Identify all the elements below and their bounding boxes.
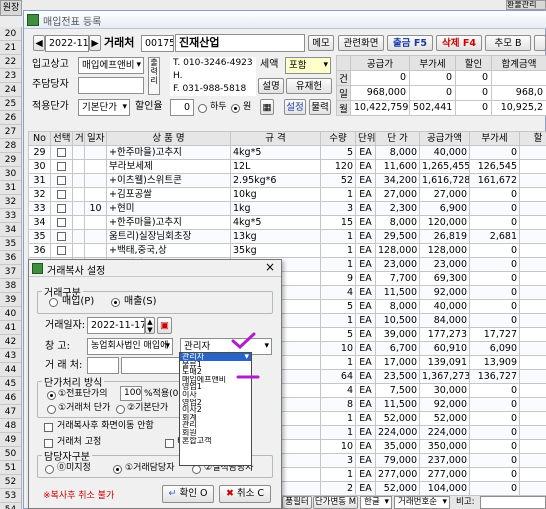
annotation-layer	[231, 332, 260, 379]
screen: 원장 환불관리 20 21 22 23 24 25 26 27 28 29 30 31 32 33 34 35…	[0, 0, 546, 509]
checkmark-annotation	[231, 332, 256, 350]
